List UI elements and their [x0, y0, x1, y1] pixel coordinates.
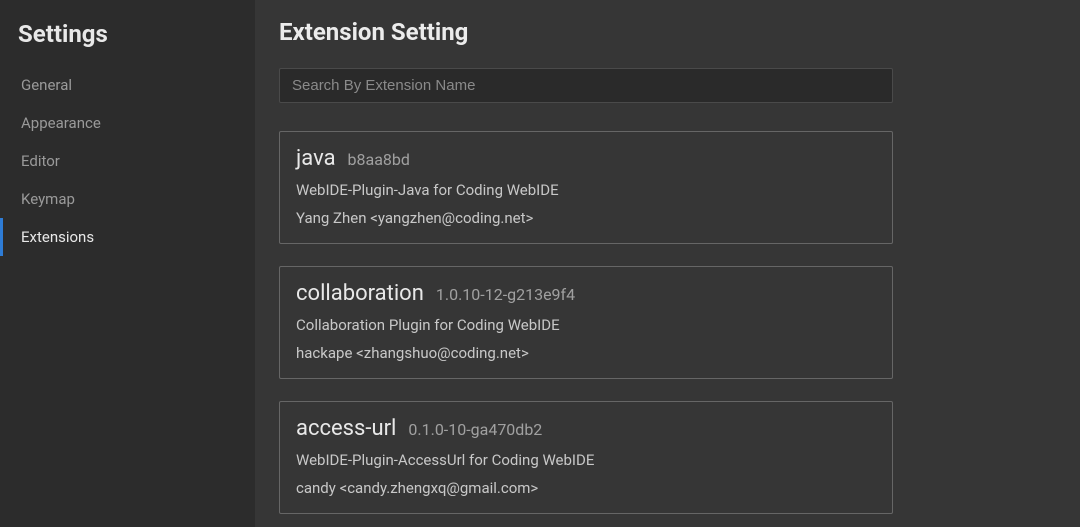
extension-description: WebIDE-Plugin-AccessUrl for Coding WebID…: [296, 451, 876, 469]
extension-description: Collaboration Plugin for Coding WebIDE: [296, 316, 876, 334]
extension-version: b8aa8bd: [348, 150, 410, 169]
extension-header: collaboration 1.0.10-12-g213e9f4: [296, 281, 876, 306]
extension-author: candy <candy.zhengxq@gmail.com>: [296, 479, 876, 497]
sidebar-item-general[interactable]: General: [0, 66, 255, 104]
extension-version: 0.1.0-10-ga470db2: [408, 420, 542, 439]
extension-card[interactable]: collaboration 1.0.10-12-g213e9f4 Collabo…: [279, 266, 893, 379]
sidebar-title: Settings: [0, 14, 255, 66]
extension-description: WebIDE-Plugin-Java for Coding WebIDE: [296, 181, 876, 199]
extension-card[interactable]: java b8aa8bd WebIDE-Plugin-Java for Codi…: [279, 131, 893, 244]
settings-sidebar: Settings General Appearance Editor Keyma…: [0, 0, 255, 527]
sidebar-item-extensions[interactable]: Extensions: [0, 218, 255, 256]
extension-header: java b8aa8bd: [296, 146, 876, 171]
sidebar-item-keymap[interactable]: Keymap: [0, 180, 255, 218]
extension-version: 1.0.10-12-g213e9f4: [436, 285, 575, 304]
sidebar-item-appearance[interactable]: Appearance: [0, 104, 255, 142]
extension-author: Yang Zhen <yangzhen@coding.net>: [296, 209, 876, 227]
sidebar-item-editor[interactable]: Editor: [0, 142, 255, 180]
extension-name: java: [296, 146, 336, 171]
sidebar-item-label: Editor: [21, 152, 60, 170]
search-input[interactable]: [279, 68, 893, 103]
sidebar-item-label: Appearance: [21, 114, 101, 132]
extension-header: access-url 0.1.0-10-ga470db2: [296, 416, 876, 441]
extension-card[interactable]: access-url 0.1.0-10-ga470db2 WebIDE-Plug…: [279, 401, 893, 514]
extension-name: access-url: [296, 416, 396, 441]
sidebar-item-label: General: [21, 76, 72, 94]
main-content: Extension Setting java b8aa8bd WebIDE-Pl…: [255, 0, 1080, 527]
page-title: Extension Setting: [279, 18, 1056, 46]
sidebar-item-label: Extensions: [21, 228, 94, 246]
sidebar-item-label: Keymap: [21, 190, 75, 208]
extension-author: hackape <zhangshuo@coding.net>: [296, 344, 876, 362]
extension-name: collaboration: [296, 281, 424, 306]
